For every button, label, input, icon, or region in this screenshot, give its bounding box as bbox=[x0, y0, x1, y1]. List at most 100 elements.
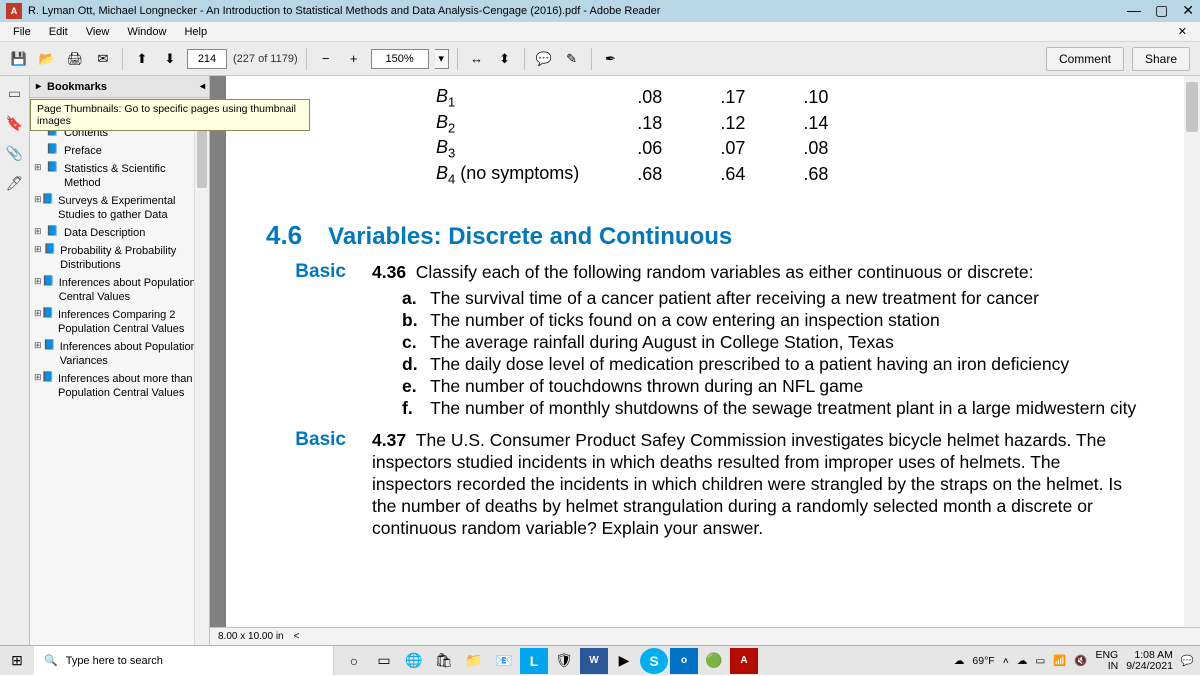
fit-page-icon[interactable]: ⬍ bbox=[494, 48, 516, 70]
bookmark-node-icon: 📘 bbox=[42, 308, 54, 319]
collapse-arrow-icon[interactable]: ▸ bbox=[36, 81, 41, 92]
comment-button[interactable]: Comment bbox=[1046, 47, 1124, 71]
chrome-icon[interactable]: 🟢 bbox=[700, 648, 728, 674]
sign-icon[interactable]: ✒ bbox=[600, 48, 622, 70]
menu-edit[interactable]: Edit bbox=[42, 24, 75, 40]
problem-label: Basic bbox=[266, 261, 346, 283]
notifications-icon[interactable]: 💬 bbox=[1181, 654, 1194, 667]
thumbnails-icon[interactable]: ▭ bbox=[6, 84, 24, 102]
bookmark-item[interactable]: ⊞📘Data Description bbox=[32, 224, 207, 242]
menu-window[interactable]: Window bbox=[120, 24, 173, 40]
bookmark-node-icon: 📘 bbox=[43, 340, 55, 351]
save-icon[interactable]: 💾 bbox=[8, 48, 30, 70]
weather-text[interactable]: 69°F bbox=[972, 655, 994, 667]
security-icon[interactable]: 🛡 bbox=[550, 648, 578, 674]
options-toggle-icon[interactable]: ◂ bbox=[200, 81, 205, 92]
edge-icon[interactable]: 🌐 bbox=[400, 648, 428, 674]
menu-help[interactable]: Help bbox=[177, 24, 214, 40]
expand-icon[interactable]: ⊞ bbox=[34, 276, 42, 287]
bookmark-label: Data Description bbox=[64, 226, 145, 240]
zoom-input[interactable] bbox=[371, 49, 429, 69]
store-icon[interactable]: 🛍 bbox=[430, 648, 458, 674]
bookmark-label: Inferences about Population Variances bbox=[60, 340, 205, 368]
bookmarks-title: Bookmarks bbox=[47, 81, 107, 93]
bookmark-node-icon: 📘 bbox=[46, 162, 60, 173]
zoom-dropdown[interactable]: ▾ bbox=[435, 49, 449, 69]
status-collapse-icon[interactable]: < bbox=[294, 631, 300, 642]
doc-vertical-scrollbar[interactable] bbox=[1184, 76, 1200, 627]
signatures-icon[interactable]: 🖊 bbox=[6, 174, 24, 192]
menu-file[interactable]: File bbox=[6, 24, 38, 40]
window-title: R. Lyman Ott, Michael Longnecker - An In… bbox=[28, 5, 660, 17]
expand-icon[interactable]: ⊞ bbox=[34, 372, 42, 383]
outlook-icon[interactable]: o bbox=[670, 648, 698, 674]
tray-chevron-icon[interactable]: ˄ bbox=[1003, 655, 1009, 667]
expand-icon[interactable]: ⊞ bbox=[34, 194, 42, 205]
bookmark-item[interactable]: ⊞📘Inferences about more than 2 Populatio… bbox=[32, 370, 207, 402]
minimize-button[interactable]: — bbox=[1127, 2, 1141, 19]
bookmark-item[interactable]: 📘Preface bbox=[32, 142, 207, 160]
start-button[interactable]: ⊞ bbox=[0, 646, 34, 676]
taskview-icon[interactable]: ▭ bbox=[370, 648, 398, 674]
volume-icon[interactable]: 🔇 bbox=[1074, 654, 1087, 667]
reader-icon[interactable]: A bbox=[730, 648, 758, 674]
page-content: B1.08.17.10B2.18.12.14B3.06.07.08B4 (no … bbox=[226, 76, 1184, 627]
menu-bar: File Edit View Window Help ✕ bbox=[0, 22, 1200, 42]
highlight-icon[interactable]: ✎ bbox=[561, 48, 583, 70]
page-down-icon[interactable]: ⬇ bbox=[159, 48, 181, 70]
battery-icon[interactable]: ▭ bbox=[1035, 655, 1045, 667]
doc-status-bar: 8.00 x 10.00 in < bbox=[210, 627, 1200, 645]
email-icon[interactable]: ✉ bbox=[92, 48, 114, 70]
weather-icon[interactable]: ☁ bbox=[954, 655, 965, 667]
bookmark-item[interactable]: ⊞📘 Inferences about Population Variances bbox=[32, 338, 207, 370]
attachments-icon[interactable]: 📎 bbox=[6, 144, 24, 162]
bookmark-item[interactable]: ⊞📘Inferences Comparing 2 Population Cent… bbox=[32, 306, 207, 338]
tray-lang2[interactable]: IN bbox=[1108, 661, 1119, 672]
share-button[interactable]: Share bbox=[1132, 47, 1190, 71]
bookmark-node-icon: 📘 bbox=[46, 144, 60, 155]
tray-date[interactable]: 9/24/2021 bbox=[1126, 661, 1173, 672]
menu-view[interactable]: View bbox=[79, 24, 117, 40]
zoom-out-icon[interactable]: − bbox=[315, 48, 337, 70]
open-icon[interactable]: 📂 bbox=[36, 48, 58, 70]
page-up-icon[interactable]: ⬆ bbox=[131, 48, 153, 70]
bookmark-label: Probability & Probability Distributions bbox=[60, 244, 205, 272]
bookmark-node-icon: 📘 bbox=[44, 244, 56, 255]
skype-icon[interactable]: S bbox=[640, 648, 668, 674]
close-button[interactable]: ✕ bbox=[1182, 2, 1194, 19]
expand-icon[interactable]: ⊞ bbox=[34, 244, 44, 255]
bookmarks-scrollbar[interactable] bbox=[194, 120, 209, 645]
explorer-icon[interactable]: 📁 bbox=[460, 648, 488, 674]
bookmark-item[interactable]: ⊞📘 Probability & Probability Distribution… bbox=[32, 242, 207, 274]
expand-icon[interactable]: ⊞ bbox=[34, 340, 43, 351]
bookmark-item[interactable]: ⊞📘Inferences about Population Central Va… bbox=[32, 274, 207, 306]
cortana-icon[interactable]: ○ bbox=[340, 648, 368, 674]
document-area: B1.08.17.10B2.18.12.14B3.06.07.08B4 (no … bbox=[210, 76, 1200, 645]
problem-437: 4.37 The U.S. Consumer Product Safey Com… bbox=[372, 429, 1144, 539]
taskbar-search[interactable]: 🔍 Type here to search bbox=[34, 646, 334, 675]
expand-icon[interactable]: ⊞ bbox=[34, 162, 46, 173]
tray-time[interactable]: 1:08 AM bbox=[1134, 650, 1173, 661]
mail-app-icon[interactable]: 📧 bbox=[490, 648, 518, 674]
comment-icon[interactable]: 💬 bbox=[533, 48, 555, 70]
page-input[interactable] bbox=[187, 49, 227, 69]
word-icon[interactable]: W bbox=[580, 648, 608, 674]
bookmark-label: Statistics & Scientific Method bbox=[64, 162, 205, 190]
onedrive-icon[interactable]: ☁ bbox=[1017, 655, 1028, 667]
expand-icon[interactable]: ⊞ bbox=[34, 226, 46, 237]
tray-lang1[interactable]: ENG bbox=[1095, 650, 1118, 661]
menu-close-icon[interactable]: ✕ bbox=[1171, 23, 1194, 40]
bookmark-item[interactable]: ⊞📘Surveys & Experimental Studies to gath… bbox=[32, 192, 207, 224]
bookmarks-header: ▸ Bookmarks ◂ bbox=[30, 76, 209, 98]
maximize-button[interactable]: ▢ bbox=[1155, 2, 1168, 19]
print-icon[interactable]: 🖨 bbox=[64, 48, 86, 70]
fit-width-icon[interactable]: ↔ bbox=[466, 48, 488, 70]
bookmark-label: Surveys & Experimental Studies to gather… bbox=[58, 194, 205, 222]
bookmark-icon[interactable]: 🔖 bbox=[6, 114, 24, 132]
app-l-icon[interactable]: L bbox=[520, 648, 548, 674]
wifi-icon[interactable]: 📶 bbox=[1053, 654, 1066, 667]
expand-icon[interactable]: ⊞ bbox=[34, 308, 42, 319]
zoom-in-icon[interactable]: + bbox=[343, 48, 365, 70]
media-icon[interactable]: ▶ bbox=[610, 648, 638, 674]
bookmark-item[interactable]: ⊞📘 Statistics & Scientific Method bbox=[32, 160, 207, 192]
